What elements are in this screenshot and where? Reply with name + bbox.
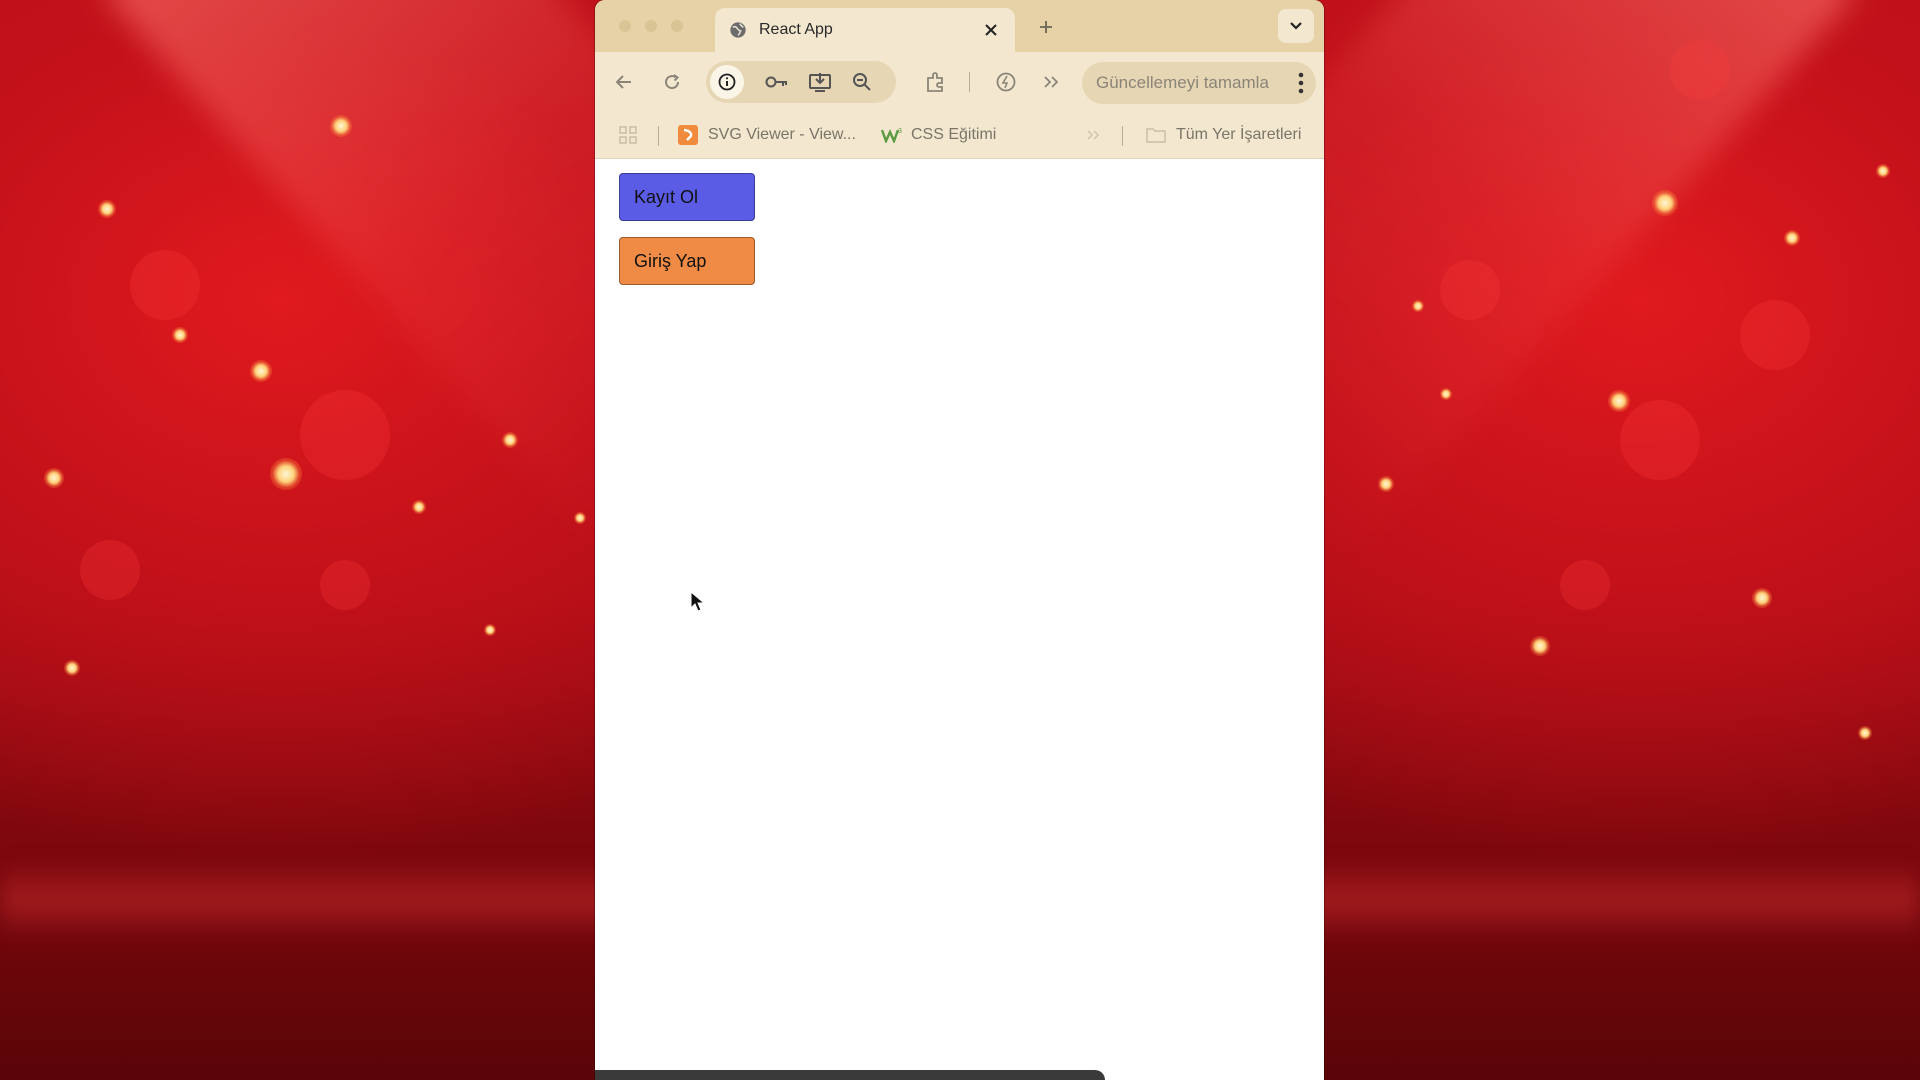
bokeh-light <box>300 390 390 480</box>
sparkle <box>44 468 64 488</box>
bokeh-light <box>1740 300 1810 370</box>
extensions-icon[interactable] <box>921 67 951 97</box>
login-button[interactable]: Giriş Yap <box>619 237 755 285</box>
update-button-label: Güncellemeyi tamamla <box>1096 73 1269 92</box>
browser-window: React App Güncellemeyi tamamla SVG Viewe… <box>595 0 1324 1080</box>
update-browser-button[interactable]: Güncellemeyi tamamla <box>1082 62 1316 104</box>
tab-strip: React App <box>595 0 1324 52</box>
bookmarks-divider <box>658 126 659 146</box>
plus-icon <box>1040 21 1052 33</box>
all-bookmarks-folder[interactable]: Tüm Yer İşaretleri <box>1146 112 1301 158</box>
more-chevrons-icon[interactable] <box>1037 67 1067 97</box>
register-button[interactable]: Kayıt Ol <box>619 173 755 221</box>
bookmarks-divider <box>1122 126 1123 146</box>
more-bookmarks-icon[interactable] <box>1086 112 1100 158</box>
info-icon[interactable] <box>710 65 744 99</box>
dock-edge <box>595 1070 1105 1080</box>
sparkle <box>1378 476 1394 492</box>
folder-icon <box>1146 128 1166 143</box>
sparkle <box>1440 388 1452 400</box>
page-content: Kayıt Ol Giriş Yap <box>595 159 1324 1079</box>
w3-favicon: 3 <box>881 128 902 143</box>
sparkle <box>1412 300 1424 312</box>
sync-icon[interactable] <box>991 67 1021 97</box>
sparkle <box>574 512 586 524</box>
tab-react-app[interactable]: React App <box>715 8 1015 52</box>
sparkle <box>1858 726 1872 740</box>
bookmark-label: SVG Viewer - View... <box>708 126 856 143</box>
sparkle <box>172 327 188 343</box>
bokeh-light <box>130 250 200 320</box>
browser-toolbar: Güncellemeyi tamamla <box>595 52 1324 112</box>
sparkle <box>1784 230 1800 246</box>
reload-icon[interactable] <box>657 67 687 97</box>
bokeh-light <box>320 560 370 610</box>
bokeh-light <box>1620 400 1700 480</box>
sparkle <box>1652 190 1678 216</box>
sparkle <box>270 458 302 490</box>
bookmark-label: CSS Eğitimi <box>911 126 997 143</box>
tab-title: React App <box>759 21 833 38</box>
address-bar[interactable] <box>706 61 896 103</box>
sparkle <box>1876 164 1890 178</box>
sparkle <box>412 500 426 514</box>
svg-text:3: 3 <box>898 128 902 135</box>
sparkle <box>98 200 116 218</box>
minimize-window-dot[interactable] <box>645 20 657 32</box>
sparkle <box>502 432 518 448</box>
sparkle <box>1608 390 1630 412</box>
globe-icon <box>730 22 746 38</box>
sparkle <box>330 115 352 137</box>
close-icon[interactable] <box>979 18 1003 42</box>
bokeh-light <box>1560 560 1610 610</box>
sparkle <box>1752 588 1772 608</box>
close-window-dot[interactable] <box>619 20 631 32</box>
sparkle <box>64 660 80 676</box>
bokeh-light <box>80 540 140 600</box>
apps-grid-icon[interactable] <box>619 112 637 158</box>
window-controls <box>619 20 683 32</box>
chevron-down-icon <box>1290 22 1302 30</box>
bookmarks-bar: SVG Viewer - View... 3 CSS Eğitimi Tüm Y… <box>595 112 1324 159</box>
back-arrow-icon[interactable] <box>609 67 639 97</box>
all-bookmarks-label: Tüm Yer İşaretleri <box>1176 126 1302 143</box>
zoom-window-dot[interactable] <box>671 20 683 32</box>
svg-viewer-favicon <box>678 125 698 145</box>
bookmark-css-egitimi[interactable]: 3 CSS Eğitimi <box>881 112 996 158</box>
new-tab-button[interactable] <box>1033 14 1059 40</box>
mouse-cursor-icon <box>690 591 706 612</box>
bokeh-light <box>1440 260 1500 320</box>
tab-search-button[interactable] <box>1278 9 1314 43</box>
bokeh-light <box>1670 40 1730 100</box>
sparkle <box>250 360 272 382</box>
install-app-icon[interactable] <box>805 67 835 97</box>
toolbar-divider <box>969 72 970 92</box>
kebab-menu-icon[interactable] <box>1298 72 1304 94</box>
sparkle <box>484 624 496 636</box>
bookmark-svg-viewer[interactable]: SVG Viewer - View... <box>678 112 856 158</box>
zoom-out-icon[interactable] <box>847 67 877 97</box>
key-icon[interactable] <box>762 67 792 97</box>
sparkle <box>1530 636 1550 656</box>
